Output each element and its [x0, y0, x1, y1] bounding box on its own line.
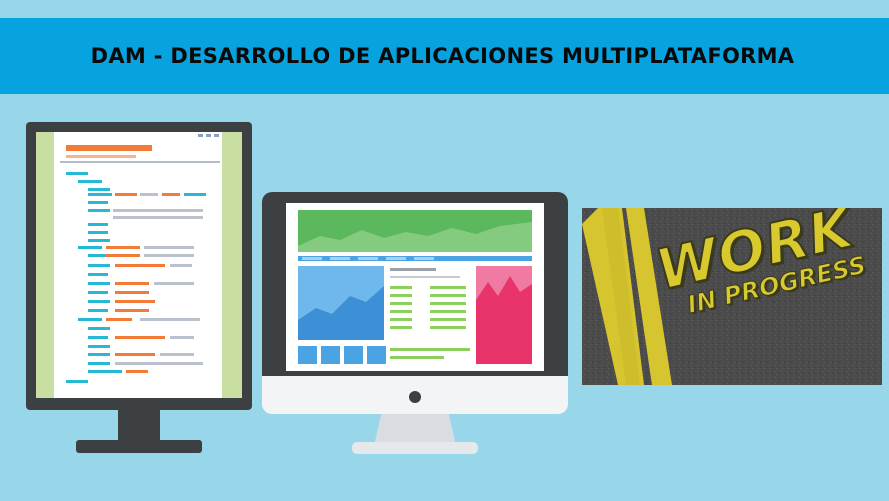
window-dot	[214, 134, 219, 137]
window-dot	[198, 134, 203, 137]
tile	[344, 346, 363, 364]
tile	[321, 346, 340, 364]
editor-gutter-left	[36, 132, 54, 398]
monitor-neck	[118, 408, 160, 444]
editor-header-bar	[66, 145, 152, 151]
editor-header-sub	[66, 155, 136, 158]
editor-gutter-right	[222, 132, 242, 398]
tile	[298, 346, 317, 364]
dashboard-monitor	[262, 192, 568, 454]
monitor-base	[76, 440, 202, 453]
tile	[367, 346, 386, 364]
work-in-progress-image: WORK IN PROGRESS	[582, 208, 882, 385]
code-monitor	[26, 122, 252, 453]
window-dot	[206, 134, 211, 137]
monitor-neck	[374, 410, 456, 446]
power-button	[409, 391, 421, 403]
monitor-base	[352, 442, 478, 454]
